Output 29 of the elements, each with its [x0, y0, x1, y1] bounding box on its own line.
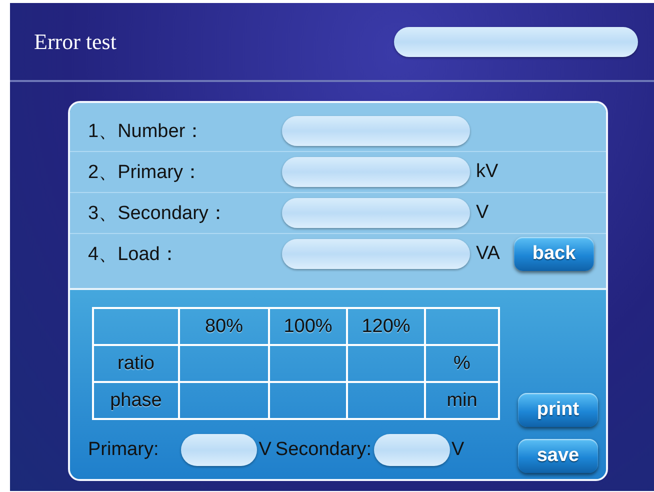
table-cell: %	[425, 345, 499, 382]
table-cell: ratio	[93, 345, 179, 382]
field-label: 4、Load：	[88, 243, 180, 267]
table-cell: phase	[93, 382, 179, 419]
unit-label: V	[452, 439, 464, 461]
print-button[interactable]: print	[518, 393, 598, 427]
unit-label: VA	[476, 243, 501, 265]
field-label: 2、Primary：	[88, 161, 204, 185]
unit-label: kV	[476, 161, 500, 183]
table-cell: 100%	[269, 308, 347, 345]
input-field[interactable]	[282, 157, 470, 187]
unit-label: V	[258, 439, 272, 461]
field-label: 3、Secondary：	[88, 202, 228, 226]
voltage-label: Primary:	[88, 439, 159, 461]
save-button[interactable]: save	[518, 439, 598, 473]
table-cell: 80%	[179, 308, 269, 345]
input-field[interactable]	[374, 434, 450, 466]
table-cell: min	[425, 382, 499, 419]
field-label: 1、Number：	[88, 120, 206, 144]
input-field[interactable]	[282, 198, 470, 228]
input-field[interactable]	[282, 239, 470, 269]
back-button[interactable]: back	[514, 237, 594, 271]
input-field[interactable]	[180, 434, 257, 466]
voltage-label: Secondary:	[275, 439, 372, 461]
input-field[interactable]	[282, 116, 470, 146]
screen-title: Error test	[34, 28, 116, 54]
unit-label: V	[476, 202, 490, 224]
input-field[interactable]	[394, 26, 638, 56]
table-cell: 120%	[347, 308, 425, 345]
